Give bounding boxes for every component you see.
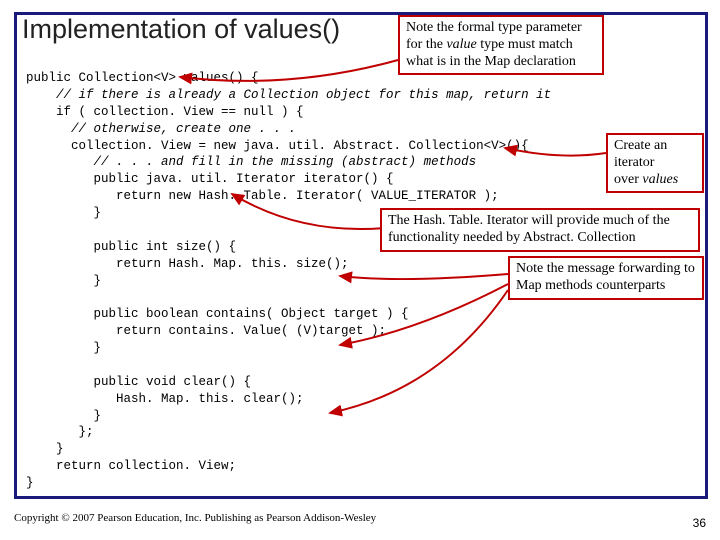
code-line: return Hash. Map. this. size();	[26, 257, 349, 271]
code-line: // otherwise, create one . . .	[26, 122, 296, 136]
code-line: }	[26, 274, 101, 288]
code-line: }	[26, 341, 101, 355]
code-line: return contains. Value( (V)target );	[26, 324, 386, 338]
annot-line: Create an iterator	[614, 138, 667, 170]
copyright-footer: Copyright © 2007 Pearson Education, Inc.…	[14, 512, 376, 524]
code-line: public void clear() {	[26, 375, 251, 389]
code-line: }	[26, 442, 64, 456]
annotation-hashtable-iterator: The Hash. Table. Iterator will provide m…	[380, 208, 700, 252]
code-line: };	[26, 425, 94, 439]
code-line: // if there is already a Collection obje…	[26, 88, 551, 102]
code-line: }	[26, 206, 101, 220]
annotation-forwarding: Note the message forwarding to Map metho…	[508, 256, 704, 300]
annotation-iterator: Create an iterator over values	[606, 133, 704, 193]
code-line: if ( collection. View == null ) {	[26, 105, 304, 119]
code-line: public java. util. Iterator iterator() {	[26, 172, 394, 186]
slide-title: Implementation of values()	[22, 14, 340, 45]
code-line: collection. View = new java. util. Abstr…	[26, 139, 529, 153]
code-line: }	[26, 476, 34, 490]
code-line: public int size() {	[26, 240, 236, 254]
code-line: public boolean contains( Object target )…	[26, 307, 409, 321]
page-number: 36	[693, 516, 706, 530]
code-line: // . . . and fill in the missing (abstra…	[26, 155, 476, 169]
code-line: public Collection<V> values() {	[26, 71, 259, 85]
annot-line: Note the formal type parameter	[406, 20, 582, 35]
code-line: }	[26, 409, 101, 423]
annot-line: what is in the Map declaration	[406, 54, 576, 69]
code-block: public Collection<V> values() { // if th…	[26, 70, 551, 492]
annotation-type-parameter: Note the formal type parameter for the v…	[398, 15, 604, 75]
annot-line: The Hash. Table. Iterator will provide m…	[388, 213, 670, 245]
code-line: return new Hash. Table. Iterator( VALUE_…	[26, 189, 499, 203]
annot-line: over values	[614, 172, 678, 187]
annot-line: for the value type must match	[406, 37, 573, 52]
code-line: return collection. View;	[26, 459, 236, 473]
code-line: Hash. Map. this. clear();	[26, 392, 304, 406]
annot-line: Note the message forwarding to Map metho…	[516, 261, 695, 293]
